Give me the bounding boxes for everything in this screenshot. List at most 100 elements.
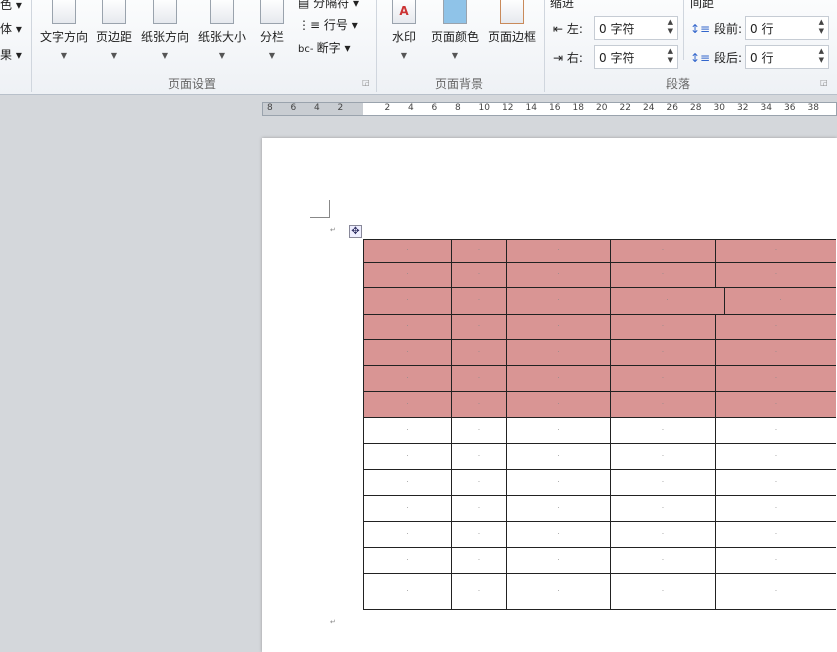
- table-cell[interactable]: ·: [506, 314, 611, 340]
- table-cell[interactable]: ·: [610, 417, 716, 444]
- table-cell[interactable]: ·: [363, 417, 452, 444]
- orientation-button[interactable]: 纸张方向 ▼: [138, 0, 192, 60]
- table-cell[interactable]: ·: [363, 469, 452, 496]
- table-cell[interactable]: ·: [451, 365, 507, 392]
- table-cell[interactable]: ·: [363, 365, 452, 392]
- spinner-icon[interactable]: ▲ ▼: [819, 47, 824, 65]
- table-cell[interactable]: ·: [610, 391, 716, 418]
- table-cell[interactable]: ·: [451, 417, 507, 444]
- page-setup-launcher-icon[interactable]: ◲: [362, 78, 370, 87]
- spinner-icon[interactable]: ▲ ▼: [668, 18, 673, 36]
- table-cell[interactable]: ·: [715, 521, 836, 548]
- table-cell[interactable]: ·: [715, 391, 836, 418]
- table-cell[interactable]: ·: [363, 391, 452, 418]
- table-cell[interactable]: ·: [715, 262, 836, 288]
- table-cell[interactable]: ·: [610, 469, 716, 496]
- table-cell[interactable]: ·: [506, 239, 611, 263]
- table-cell[interactable]: ·: [610, 314, 716, 340]
- table-cell[interactable]: ·: [506, 573, 611, 610]
- page-borders-button[interactable]: 页面边框: [485, 0, 539, 45]
- document-page[interactable]: ↵ ✥ · · · · · · · · · · · · · · · · · · · · · · · · · · · · · · · · · · · ·…: [262, 138, 837, 652]
- space-after-input[interactable]: 0 行 ▲ ▼: [745, 45, 829, 69]
- table-cell[interactable]: ·: [451, 547, 507, 574]
- table-cell[interactable]: ·: [610, 365, 716, 392]
- partial-menu-3[interactable]: 果 ▾: [0, 46, 22, 63]
- table-cell[interactable]: ·: [506, 521, 611, 548]
- table-cell[interactable]: ·: [715, 239, 836, 263]
- table-cell[interactable]: ·: [363, 239, 452, 263]
- table-cell[interactable]: ·: [363, 573, 452, 610]
- table-cell[interactable]: ·: [451, 521, 507, 548]
- partial-menu-2[interactable]: 体 ▾: [0, 20, 22, 37]
- table-cell[interactable]: ·: [506, 495, 611, 522]
- table-cell[interactable]: ·: [451, 443, 507, 470]
- table-cell[interactable]: ·: [363, 314, 452, 340]
- table-cell[interactable]: ·: [363, 495, 452, 522]
- table-cell[interactable]: ·: [506, 262, 611, 288]
- space-after-value: 0 行: [750, 51, 774, 65]
- table-cell[interactable]: ·: [363, 262, 452, 288]
- table-cell[interactable]: ·: [610, 573, 716, 610]
- table-cell[interactable]: ·: [610, 443, 716, 470]
- table-cell[interactable]: ·: [506, 443, 611, 470]
- hyphenation-button[interactable]: bc- 断字 ▾: [298, 39, 350, 56]
- table-cell[interactable]: ·: [610, 287, 725, 315]
- table-cell[interactable]: ·: [724, 287, 836, 315]
- columns-button[interactable]: 分栏 ▼: [256, 0, 288, 60]
- table-cell[interactable]: ·: [451, 287, 507, 315]
- table-cell[interactable]: ·: [506, 287, 611, 315]
- table-cell[interactable]: ·: [451, 339, 507, 366]
- watermark-button[interactable]: A 水印 ▼: [388, 0, 420, 60]
- table-cell[interactable]: ·: [506, 391, 611, 418]
- size-button[interactable]: 纸张大小 ▼: [195, 0, 249, 60]
- space-before-value: 0 行: [750, 22, 774, 36]
- table-cell[interactable]: ·: [610, 495, 716, 522]
- table-cell[interactable]: ·: [451, 469, 507, 496]
- table-cell[interactable]: ·: [363, 339, 452, 366]
- text-direction-button[interactable]: 文字方向 ▼: [37, 0, 91, 60]
- breaks-button[interactable]: ▤ 分隔符 ▾: [298, 0, 359, 11]
- space-before-label: 段前:: [713, 22, 742, 36]
- table-cell[interactable]: ·: [715, 417, 836, 444]
- indent-left-input[interactable]: 0 字符 ▲ ▼: [594, 16, 678, 40]
- table-cell[interactable]: ·: [363, 521, 452, 548]
- table-cell[interactable]: ·: [451, 262, 507, 288]
- table-cell[interactable]: ·: [715, 314, 836, 340]
- table-cell[interactable]: ·: [363, 443, 452, 470]
- table-cell[interactable]: ·: [715, 469, 836, 496]
- table-cell[interactable]: ·: [506, 417, 611, 444]
- table-cell[interactable]: ·: [451, 239, 507, 263]
- paragraph-launcher-icon[interactable]: ◲: [820, 78, 828, 87]
- table-cell[interactable]: ·: [506, 469, 611, 496]
- table-cell[interactable]: ·: [715, 443, 836, 470]
- table-cell[interactable]: ·: [506, 365, 611, 392]
- horizontal-ruler[interactable]: 8 6 4 2 2 4 6 8 10 12 14 16 18 20 22 24 26 28 30 32 34 36 38: [262, 102, 837, 116]
- table-cell[interactable]: ·: [610, 521, 716, 548]
- table-cell[interactable]: ·: [451, 314, 507, 340]
- line-numbers-button[interactable]: ⋮≡ 行号 ▾: [298, 16, 358, 33]
- page-color-button[interactable]: 页面颜色 ▼: [428, 0, 482, 60]
- table-cell[interactable]: ·: [363, 287, 452, 315]
- spinner-icon[interactable]: ▲ ▼: [668, 47, 673, 65]
- table-cell[interactable]: ·: [610, 547, 716, 574]
- table-move-handle-icon[interactable]: ✥: [349, 225, 362, 238]
- space-before-input[interactable]: 0 行 ▲ ▼: [745, 16, 829, 40]
- table-cell[interactable]: ·: [506, 339, 611, 366]
- table-cell[interactable]: ·: [451, 391, 507, 418]
- partial-menu-1[interactable]: 色 ▾: [0, 0, 22, 13]
- table-cell[interactable]: ·: [506, 547, 611, 574]
- table-cell[interactable]: ·: [610, 239, 716, 263]
- table-cell[interactable]: ·: [715, 495, 836, 522]
- margins-button[interactable]: 页边距 ▼: [94, 0, 134, 60]
- indent-right-input[interactable]: 0 字符 ▲ ▼: [594, 45, 678, 69]
- table-cell[interactable]: ·: [451, 573, 507, 610]
- table-cell[interactable]: ·: [715, 547, 836, 574]
- table-cell[interactable]: ·: [363, 547, 452, 574]
- spinner-icon[interactable]: ▲ ▼: [819, 18, 824, 36]
- table-cell[interactable]: ·: [610, 339, 716, 366]
- table-cell[interactable]: ·: [715, 339, 836, 366]
- table-cell[interactable]: ·: [715, 365, 836, 392]
- table-cell[interactable]: ·: [715, 573, 836, 610]
- table-cell[interactable]: ·: [451, 495, 507, 522]
- table-cell[interactable]: ·: [610, 262, 716, 288]
